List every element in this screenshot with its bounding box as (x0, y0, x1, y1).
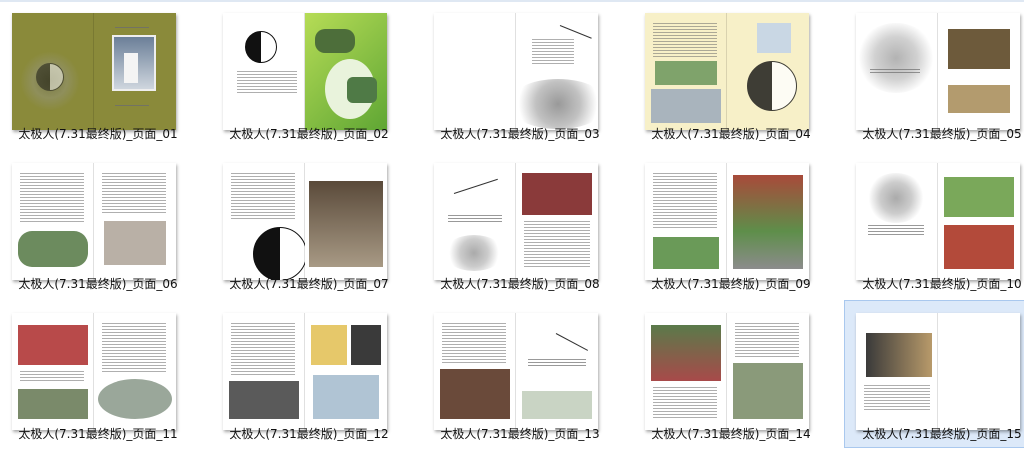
thumbnail-tile-12[interactable]: 太极人(7.31最终版)_页面_12 (211, 300, 405, 448)
thumbnail-tile-06[interactable]: 太极人(7.31最终版)_页面_06 (0, 150, 194, 298)
thumbnail-grid: 太极人(7.31最终版)_页面_01 太极人(7.31最终版)_页面_02 太极… (0, 0, 1024, 455)
thumbnail-caption: 太极人(7.31最终版)_页面_11 (18, 427, 178, 441)
thumbnail-caption: 太极人(7.31最终版)_页面_07 (229, 277, 389, 291)
thumbnail-image (645, 163, 809, 280)
thumbnail-image (434, 163, 598, 280)
thumbnail-caption: 太极人(7.31最终版)_页面_12 (229, 427, 389, 441)
thumbnail-tile-09[interactable]: 太极人(7.31最终版)_页面_09 (633, 150, 827, 298)
thumbnail-image (223, 163, 387, 280)
thumbnail-tile-02[interactable]: 太极人(7.31最终版)_页面_02 (211, 0, 405, 148)
thumbnail-caption: 太极人(7.31最终版)_页面_06 (18, 277, 178, 291)
thumbnail-tile-07[interactable]: 太极人(7.31最终版)_页面_07 (211, 150, 405, 298)
thumbnail-tile-04[interactable]: 太极人(7.31最终版)_页面_04 (633, 0, 827, 148)
thumbnail-image (12, 163, 176, 280)
thumbnail-tile-14[interactable]: 太极人(7.31最终版)_页面_14 (633, 300, 827, 448)
thumbnail-tile-13[interactable]: 太极人(7.31最终版)_页面_13 (422, 300, 616, 448)
thumbnail-tile-05[interactable]: 太极人(7.31最终版)_页面_05 (844, 0, 1024, 148)
thumbnail-caption: 太极人(7.31最终版)_页面_01 (18, 127, 178, 141)
thumbnail-tile-03[interactable]: 太极人(7.31最终版)_页面_03 (422, 0, 616, 148)
thumbnail-caption: 太极人(7.31最终版)_页面_04 (651, 127, 811, 141)
thumbnail-image (645, 13, 809, 130)
thumbnail-image (434, 13, 598, 130)
thumbnail-caption: 太极人(7.31最终版)_页面_08 (440, 277, 600, 291)
thumbnail-image (12, 13, 176, 130)
thumbnail-tile-11[interactable]: 太极人(7.31最终版)_页面_11 (0, 300, 194, 448)
thumbnail-caption: 太极人(7.31最终版)_页面_02 (229, 127, 389, 141)
thumbnail-image (645, 313, 809, 430)
thumbnail-image (434, 313, 598, 430)
thumbnail-image (223, 313, 387, 430)
thumbnail-caption: 太极人(7.31最终版)_页面_05 (862, 127, 1022, 141)
thumbnail-image (856, 163, 1020, 280)
thumbnail-tile-01[interactable]: 太极人(7.31最终版)_页面_01 (0, 0, 194, 148)
thumbnail-tile-10[interactable]: 太极人(7.31最终版)_页面_10 (844, 150, 1024, 298)
thumbnail-tile-08[interactable]: 太极人(7.31最终版)_页面_08 (422, 150, 616, 298)
thumbnail-image (12, 313, 176, 430)
thumbnail-caption: 太极人(7.31最终版)_页面_14 (651, 427, 811, 441)
thumbnail-caption: 太极人(7.31最终版)_页面_09 (651, 277, 811, 291)
thumbnail-image (856, 13, 1020, 130)
thumbnail-caption: 太极人(7.31最终版)_页面_03 (440, 127, 600, 141)
thumbnail-caption: 太极人(7.31最终版)_页面_15 (862, 427, 1022, 441)
thumbnail-image (856, 313, 1020, 430)
thumbnail-caption: 太极人(7.31最终版)_页面_10 (862, 277, 1022, 291)
thumbnail-caption: 太极人(7.31最终版)_页面_13 (440, 427, 600, 441)
thumbnail-image (223, 13, 387, 130)
thumbnail-tile-15[interactable]: 太极人(7.31最终版)_页面_15 (844, 300, 1024, 448)
